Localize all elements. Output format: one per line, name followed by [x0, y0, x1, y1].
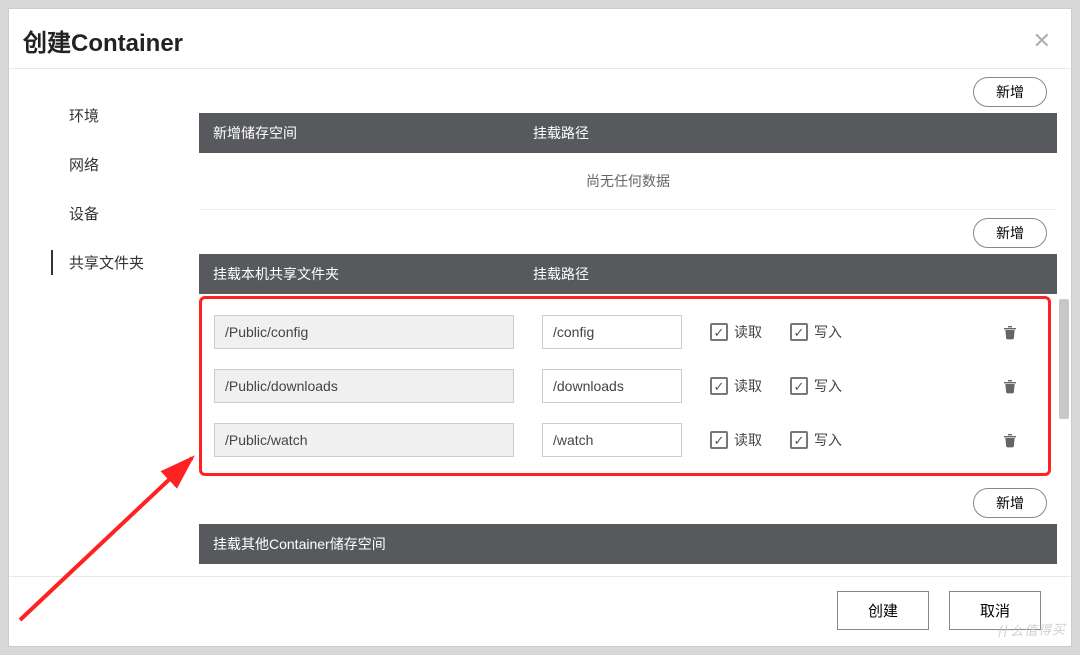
- add-host-share-button[interactable]: 新增: [973, 218, 1047, 248]
- checkbox-icon[interactable]: ✓: [710, 431, 728, 449]
- empty-row-new-storage: 尚无任何数据: [199, 153, 1057, 210]
- mount-path-input[interactable]: [542, 315, 682, 349]
- modal-titlebar: 创建Container ✕: [9, 9, 1071, 68]
- sidebar-item-shared-folders[interactable]: 共享文件夹: [9, 238, 169, 287]
- add-bar-host-share: 新增: [199, 210, 1057, 254]
- share-row: ✓ 读取 ✓ 写入: [208, 413, 1042, 467]
- perm-read-label: 读取: [734, 322, 762, 342]
- section-header-host-share: 挂载本机共享文件夹 挂载路径: [199, 254, 1057, 294]
- perm-write-label: 写入: [814, 376, 842, 396]
- sidebar: 环境 网络 设备 共享文件夹: [9, 69, 169, 576]
- col-header-new-storage: 新增储存空间: [213, 123, 533, 143]
- checkbox-icon[interactable]: ✓: [790, 377, 808, 395]
- perm-read[interactable]: ✓ 读取: [710, 376, 762, 396]
- trash-icon[interactable]: [1002, 377, 1018, 395]
- mount-path-input[interactable]: [542, 369, 682, 403]
- sidebar-item-network[interactable]: 网络: [9, 140, 169, 189]
- add-new-storage-button[interactable]: 新增: [973, 77, 1047, 107]
- scrollbar-thumb[interactable]: [1059, 299, 1069, 419]
- perm-write-label: 写入: [814, 322, 842, 342]
- host-path-input[interactable]: [214, 369, 514, 403]
- perm-write[interactable]: ✓ 写入: [790, 376, 842, 396]
- perm-read[interactable]: ✓ 读取: [710, 430, 762, 450]
- share-row: ✓ 读取 ✓ 写入: [208, 359, 1042, 413]
- perm-write[interactable]: ✓ 写入: [790, 430, 842, 450]
- host-path-input[interactable]: [214, 315, 514, 349]
- add-bar-new-storage: 新增: [199, 69, 1057, 113]
- perm-read[interactable]: ✓ 读取: [710, 322, 762, 342]
- create-container-modal: 创建Container ✕ 环境 网络 设备 共享文件夹 新增 新增储存空间 挂…: [8, 8, 1072, 647]
- perm-read-label: 读取: [734, 430, 762, 450]
- perm-write-label: 写入: [814, 430, 842, 450]
- col-header-mount-path-1: 挂载路径: [533, 123, 703, 143]
- scrollbar-track[interactable]: [1059, 69, 1069, 576]
- sidebar-item-device[interactable]: 设备: [9, 189, 169, 238]
- share-row: ✓ 读取 ✓ 写入: [208, 305, 1042, 359]
- checkbox-icon[interactable]: ✓: [710, 377, 728, 395]
- add-bar-other-container: 新增: [199, 480, 1057, 524]
- checkbox-icon[interactable]: ✓: [710, 323, 728, 341]
- perm-read-label: 读取: [734, 376, 762, 396]
- empty-row-other-container: 尚无任何数据: [199, 564, 1057, 576]
- host-path-input[interactable]: [214, 423, 514, 457]
- mount-path-input[interactable]: [542, 423, 682, 457]
- close-icon[interactable]: ✕: [1033, 30, 1051, 52]
- watermark: 什么值得买: [996, 619, 1067, 640]
- col-header-mount-path-2: 挂载路径: [533, 264, 703, 284]
- checkbox-icon[interactable]: ✓: [790, 323, 808, 341]
- col-header-other-container: 挂载其他Container储存空间: [213, 534, 386, 554]
- create-button[interactable]: 创建: [837, 591, 929, 630]
- section-header-new-storage: 新增储存空间 挂载路径: [199, 113, 1057, 153]
- host-share-rows: ✓ 读取 ✓ 写入: [199, 296, 1051, 476]
- col-header-host-share: 挂载本机共享文件夹: [213, 264, 533, 284]
- sidebar-item-environment[interactable]: 环境: [9, 91, 169, 140]
- content-panel: 新增 新增储存空间 挂载路径 尚无任何数据 新增 挂载本机共享文件夹 挂载路径: [169, 69, 1071, 576]
- add-other-container-button[interactable]: 新增: [973, 488, 1047, 518]
- perm-write[interactable]: ✓ 写入: [790, 322, 842, 342]
- modal-body: 环境 网络 设备 共享文件夹 新增 新增储存空间 挂载路径 尚无任何数据 新增: [9, 68, 1071, 577]
- modal-footer: 创建 取消: [9, 577, 1071, 646]
- trash-icon[interactable]: [1002, 431, 1018, 449]
- checkbox-icon[interactable]: ✓: [790, 431, 808, 449]
- trash-icon[interactable]: [1002, 323, 1018, 341]
- section-header-other-container: 挂载其他Container储存空间: [199, 524, 1057, 564]
- modal-title: 创建Container: [23, 23, 183, 58]
